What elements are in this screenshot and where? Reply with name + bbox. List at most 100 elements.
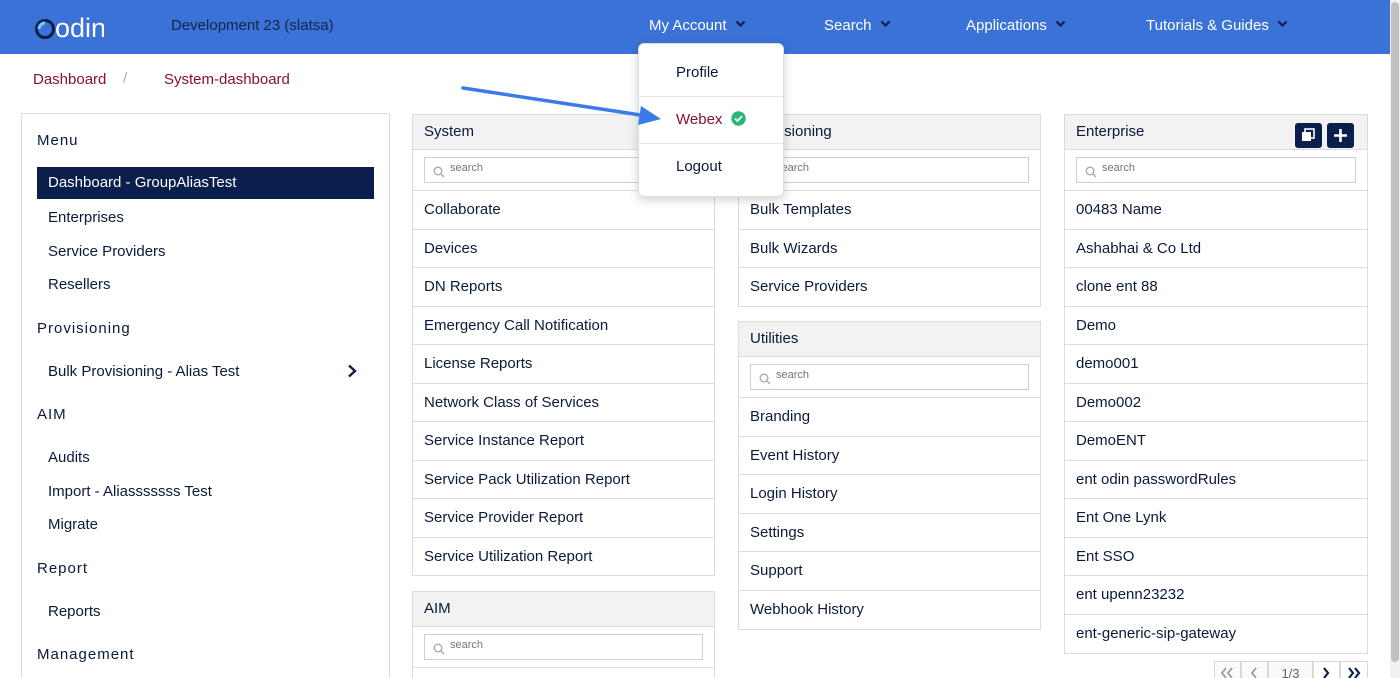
sidebar-menu: Menu Dashboard - GroupAliasTest Enterpri…	[21, 113, 390, 678]
enterprise-search-input[interactable]	[1102, 162, 1325, 174]
first-page-button[interactable]	[1214, 661, 1241, 678]
management-heading: Management	[37, 646, 135, 663]
sidebar-item-audits[interactable]: Audits	[48, 449, 90, 466]
sidebar-item-resellers[interactable]: Resellers	[48, 276, 111, 293]
sidebar-item-reports[interactable]: Reports	[48, 603, 101, 620]
dropdown-item-webex[interactable]: Webex	[676, 111, 746, 128]
provisioning-item-bulk-templates[interactable]: Bulk Templates	[739, 191, 1040, 230]
search-icon	[759, 373, 771, 385]
page-indicator: 1/3	[1268, 661, 1313, 678]
sidebar-item-service-providers[interactable]: Service Providers	[48, 243, 166, 260]
report-heading: Report	[37, 560, 89, 577]
breadcrumb-dashboard[interactable]: Dashboard	[33, 71, 106, 88]
provisioning-item-bulk-wizards[interactable]: Bulk Wizards	[739, 230, 1040, 268]
provisioning-search-box[interactable]	[750, 157, 1029, 183]
system-item-network-class[interactable]: Network Class of Services	[413, 384, 714, 422]
add-enterprise-button[interactable]	[1327, 123, 1354, 148]
chevron-left-icon	[1250, 667, 1257, 678]
enterprise-panel: Enterprise 00483 Name Ashabhai & Co Ltd …	[1064, 114, 1368, 654]
utilities-item-branding[interactable]: Branding	[739, 398, 1040, 437]
system-item-devices[interactable]: Devices	[413, 230, 714, 268]
sidebar-item-bulk-provisioning[interactable]: Bulk Provisioning - Alias Test	[48, 363, 239, 380]
dropdown-item-profile[interactable]: Profile	[676, 64, 719, 81]
breadcrumb-system-dashboard[interactable]: System-dashboard	[164, 71, 290, 88]
provisioning-search-input[interactable]	[776, 162, 998, 174]
provisioning-heading: Provisioning	[37, 320, 131, 337]
system-item-service-instance[interactable]: Service Instance Report	[413, 422, 714, 461]
search-icon	[433, 166, 445, 178]
system-item-service-pack[interactable]: Service Pack Utilization Report	[413, 461, 714, 499]
enterprise-search-box[interactable]	[1076, 157, 1356, 183]
system-item-license-reports[interactable]: License Reports	[413, 345, 714, 384]
provisioning-panel-title: Provisioning	[739, 115, 1040, 150]
page-scrollbar[interactable]	[1390, 0, 1400, 678]
sidebar-item-enterprises[interactable]: Enterprises	[48, 209, 124, 226]
aim-search-box[interactable]	[424, 634, 703, 660]
utilities-search-box[interactable]	[750, 364, 1029, 390]
nav-my-account[interactable]: My Account	[649, 17, 746, 34]
last-page-button[interactable]	[1340, 661, 1368, 678]
enterprise-item[interactable]: ent upenn23232	[1065, 576, 1367, 615]
scrollbar-thumb[interactable]	[1391, 2, 1399, 662]
double-chevron-right-icon	[1348, 667, 1361, 678]
search-icon	[1085, 166, 1097, 178]
next-page-button[interactable]	[1313, 661, 1340, 678]
aim-heading: AIM	[37, 406, 67, 423]
previous-page-button[interactable]	[1241, 661, 1268, 678]
menu-heading: Menu	[37, 132, 79, 149]
plus-icon	[1334, 129, 1347, 142]
copy-button[interactable]	[1295, 123, 1322, 148]
copy-icon	[1302, 128, 1315, 141]
utilities-item-settings[interactable]: Settings	[739, 514, 1040, 552]
dropdown-divider	[639, 143, 783, 144]
aim-panel-title: AIM	[413, 592, 714, 627]
enterprise-search	[1065, 150, 1367, 191]
enterprise-item[interactable]: 00483 Name	[1065, 191, 1367, 230]
nav-applications-label: Applications	[966, 17, 1047, 34]
enterprise-item[interactable]: ent-generic-sip-gateway	[1065, 615, 1367, 654]
dropdown-item-logout[interactable]: Logout	[676, 158, 722, 175]
sidebar-item-active-dashboard[interactable]: Dashboard - GroupAliasTest	[37, 167, 374, 199]
utilities-item-login-history[interactable]: Login History	[739, 475, 1040, 514]
chevron-right-icon[interactable]	[345, 364, 359, 378]
sidebar-item-import[interactable]: Import - Aliasssssss Test	[48, 483, 212, 500]
enterprise-item[interactable]: Ent One Lynk	[1065, 499, 1367, 538]
environment-title: Development 23 (slatsa)	[171, 17, 334, 34]
utilities-item-event-history[interactable]: Event History	[739, 437, 1040, 475]
system-item-dn-reports[interactable]: DN Reports	[413, 268, 714, 307]
utilities-search-input[interactable]	[776, 369, 998, 381]
enterprise-item[interactable]: ent odin passwordRules	[1065, 461, 1367, 499]
system-item-emergency-call[interactable]: Emergency Call Notification	[413, 307, 714, 345]
provisioning-search	[739, 150, 1040, 191]
chevron-down-icon	[1277, 20, 1288, 28]
utilities-item-support[interactable]: Support	[739, 552, 1040, 591]
enterprise-panel-header: Enterprise	[1065, 115, 1367, 150]
nav-tutorials-guides[interactable]: Tutorials & Guides	[1146, 17, 1288, 34]
aim-panel: AIM	[412, 591, 715, 678]
system-item-service-provider-report[interactable]: Service Provider Report	[413, 499, 714, 538]
annotation-arrow-icon	[461, 86, 661, 125]
svg-text:odin: odin	[55, 13, 104, 42]
utilities-item-webhook-history[interactable]: Webhook History	[739, 591, 1040, 630]
nav-tutorials-label: Tutorials & Guides	[1146, 17, 1269, 34]
enterprise-item[interactable]: demo001	[1065, 345, 1367, 384]
sidebar-item-migrate[interactable]: Migrate	[48, 516, 98, 533]
enterprise-item[interactable]: Demo002	[1065, 384, 1367, 422]
breadcrumb-separator: /	[123, 70, 128, 87]
enterprise-item[interactable]: Ashabhai & Co Ltd	[1065, 230, 1367, 268]
odin-logo[interactable]: odin	[34, 10, 104, 42]
enterprise-item[interactable]: Demo	[1065, 307, 1367, 345]
nav-applications[interactable]: Applications	[966, 17, 1066, 34]
aim-search-input[interactable]	[450, 639, 672, 651]
enterprise-item[interactable]: Ent SSO	[1065, 538, 1367, 576]
enterprise-item[interactable]: clone ent 88	[1065, 268, 1367, 307]
double-chevron-left-icon	[1220, 667, 1233, 678]
enterprise-item[interactable]: DemoENT	[1065, 422, 1367, 461]
dropdown-item-webex-label: Webex	[676, 111, 723, 128]
system-item-service-utilization[interactable]: Service Utilization Report	[413, 538, 714, 577]
check-circle-icon	[730, 111, 746, 126]
provisioning-item-service-providers[interactable]: Service Providers	[739, 268, 1040, 307]
chevron-down-icon	[735, 20, 745, 28]
nav-search[interactable]: Search	[824, 17, 891, 34]
search-icon	[433, 643, 445, 655]
